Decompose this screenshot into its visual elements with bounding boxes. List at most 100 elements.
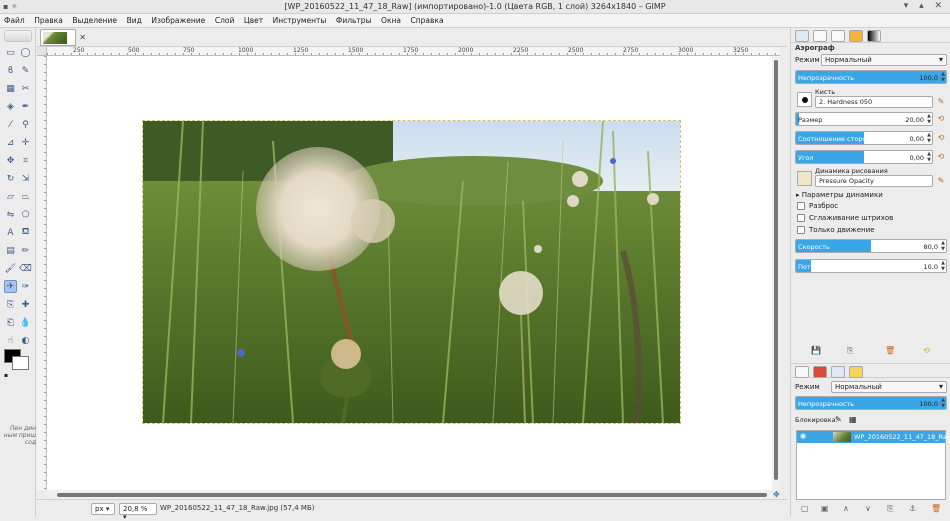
navigate-icon[interactable]: ✥ (773, 490, 780, 499)
spin-arrows-icon[interactable]: ▲ ▼ (941, 260, 945, 272)
menu-filters[interactable]: Фильтры (332, 14, 375, 25)
new-layer-icon[interactable]: ▢ (801, 504, 809, 513)
rotate-icon[interactable]: ↻ (4, 172, 17, 185)
device-status-tab[interactable] (813, 30, 827, 42)
spin-arrows-icon[interactable]: ▲ ▼ (927, 113, 931, 125)
spin-arrows-icon[interactable]: ▲ ▼ (927, 151, 931, 163)
tool-options-tab[interactable] (795, 30, 809, 42)
menu-view[interactable]: Вид (123, 14, 145, 25)
paintbrush-icon[interactable]: 🖌 (4, 262, 17, 275)
smooth-stroke-checkbox[interactable] (797, 214, 805, 222)
smudge-icon[interactable]: ☝ (4, 334, 17, 347)
unit-select[interactable]: px ▾ (91, 503, 115, 515)
flip-icon[interactable]: ⇋ (4, 208, 17, 221)
new-group-icon[interactable]: ▣ (821, 504, 829, 513)
perspective-clone-icon[interactable]: ⎗ (4, 316, 17, 329)
undo-tab[interactable] (849, 366, 863, 378)
layer-row[interactable]: ◉ WP_20160522_11_47_18_Raw.jpg (797, 431, 950, 443)
aspect-ratio-slider[interactable]: Соотношение сторон 0,00 ▲ ▼ (795, 131, 933, 145)
lasso-icon[interactable]: ϐ (4, 64, 17, 77)
brush-name[interactable]: 2. Hardness 050 (815, 96, 933, 108)
scatter-checkbox[interactable] (797, 202, 805, 210)
menu-layer[interactable]: Слой (211, 14, 238, 25)
reset-colors-icon[interactable]: ▪ (4, 372, 8, 379)
scissors-icon[interactable]: ✂ (19, 82, 32, 95)
duplicate-layer-icon[interactable]: ⎘ (887, 504, 893, 514)
rect-select-icon[interactable]: ▭ (4, 46, 17, 59)
ruler-corner[interactable] (37, 47, 47, 56)
ellipse-select-icon[interactable]: ◯ (19, 46, 32, 59)
menu-image[interactable]: Изображение (147, 14, 208, 25)
edit-dynamics-icon[interactable]: ✎ (936, 176, 946, 186)
paths-tab[interactable] (831, 366, 845, 378)
image-tab[interactable]: ✕ (40, 29, 86, 46)
anchor-layer-icon[interactable]: ⚓ (909, 504, 916, 513)
gradients-tab[interactable] (867, 30, 881, 42)
channels-tab[interactable] (813, 366, 827, 378)
reset-aspect-icon[interactable]: ⟲ (936, 133, 946, 143)
opacity-slider[interactable]: Непрозрачность 100,0 ▲ ▼ (795, 70, 947, 84)
layer-mode-select[interactable]: Нормальный ▾ (831, 381, 947, 393)
close-icon[interactable]: ✕ (79, 33, 86, 42)
align-icon[interactable]: ✥ (4, 154, 17, 167)
select-by-color-icon[interactable]: ▦ (4, 82, 17, 95)
pencil-icon[interactable]: ✏ (19, 244, 32, 257)
vertical-scrollbar[interactable] (772, 56, 780, 490)
lock-alpha-icon[interactable]: ▦ (849, 415, 857, 424)
dynamics-options-expander[interactable]: ▸ Параметры динамики (796, 191, 883, 199)
zoom-icon[interactable]: ⚲ (19, 118, 32, 131)
menu-file[interactable]: Файл (0, 14, 28, 25)
scale-icon[interactable]: ⇲ (19, 172, 32, 185)
raise-layer-icon[interactable]: ∧ (843, 504, 849, 513)
horizontal-ruler[interactable]: 250 500 750 1000 1250 1500 1750 2000 2250 2500 275… (47, 47, 780, 56)
foreground-select-icon[interactable]: ◈ (4, 100, 17, 113)
menu-windows[interactable]: Окна (377, 14, 404, 25)
reset-options-icon[interactable]: ⟲ (923, 346, 930, 355)
motion-only-checkbox[interactable] (797, 226, 805, 234)
dynamics-name[interactable]: Pressure Opacity (815, 175, 933, 187)
text-icon[interactable]: A (4, 226, 17, 239)
reset-angle-icon[interactable]: ⟲ (936, 152, 946, 162)
brush-preview[interactable] (797, 92, 812, 107)
rate-slider[interactable]: Скорость 80,0 ▲ ▼ (795, 239, 947, 253)
edit-brush-icon[interactable]: ✎ (936, 97, 946, 107)
layer-opacity-slider[interactable]: Непрозрачность 100,0 ▲ ▼ (795, 396, 947, 410)
cage-icon[interactable]: ⬠ (19, 208, 32, 221)
angle-slider[interactable]: Угол 0,00 ▲ ▼ (795, 150, 933, 164)
delete-options-icon[interactable]: 🗑 (885, 346, 895, 355)
eye-icon[interactable]: ◉ (800, 432, 806, 440)
paths-icon[interactable]: ✒ (19, 100, 32, 113)
menu-edit[interactable]: Правка (30, 14, 66, 25)
color-picker-icon[interactable]: ⁄ (4, 118, 17, 131)
shear-icon[interactable]: ▱ (4, 190, 17, 203)
perspective-icon[interactable]: ⏢ (19, 190, 32, 203)
horizontal-scroll-thumb[interactable] (57, 493, 767, 497)
zoom-select[interactable]: 20,8 % ▾ (119, 503, 157, 521)
blur-icon[interactable]: 💧 (19, 316, 32, 329)
menu-help[interactable]: Справка (407, 14, 447, 25)
lower-layer-icon[interactable]: ∨ (865, 504, 871, 513)
image-photo[interactable] (142, 120, 681, 424)
images-tab[interactable] (849, 30, 863, 42)
blend-icon[interactable]: ▤ (4, 244, 17, 257)
window-controls[interactable]: ▾ ▴ ✕ (904, 1, 946, 11)
restore-options-icon[interactable]: ⎘ (847, 346, 853, 356)
background-color[interactable] (12, 356, 29, 370)
mode-select[interactable]: Нормальный ▾ (821, 54, 947, 66)
dodge-burn-icon[interactable]: ◐ (19, 334, 32, 347)
fuzzy-select-icon[interactable]: ✎ (19, 64, 32, 77)
heal-icon[interactable]: ✚ (19, 298, 32, 311)
vertical-ruler[interactable] (37, 56, 47, 490)
eraser-icon[interactable]: ⌫ (19, 262, 32, 275)
size-slider[interactable]: Размер 20,00 ▲ ▼ (795, 112, 933, 126)
measure-icon[interactable]: ⊿ (4, 136, 17, 149)
layers-tab[interactable] (795, 366, 809, 378)
spin-arrows-icon[interactable]: ▲ ▼ (941, 240, 945, 252)
menu-tools[interactable]: Инструменты (269, 14, 330, 25)
save-options-icon[interactable]: 💾 (811, 346, 821, 355)
delete-layer-icon[interactable]: 🗑 (931, 504, 941, 513)
lock-pixels-icon[interactable]: ✎ (835, 415, 842, 424)
clone-icon[interactable]: ⎘ (4, 298, 17, 311)
reset-size-icon[interactable]: ⟲ (936, 114, 946, 124)
wilber-drop-area[interactable] (4, 30, 32, 42)
